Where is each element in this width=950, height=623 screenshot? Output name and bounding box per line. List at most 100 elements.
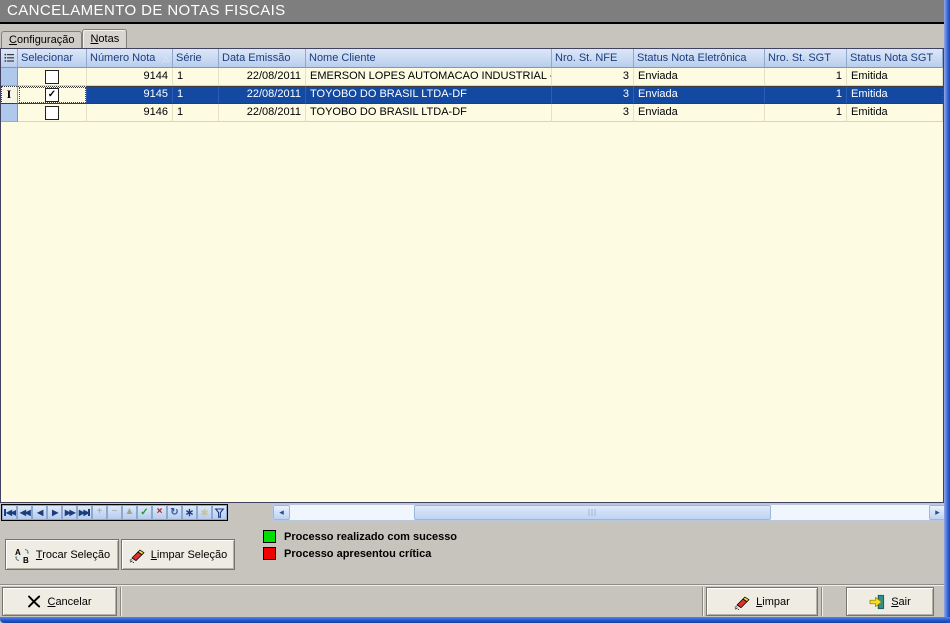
checkbox[interactable] (45, 70, 59, 84)
footer-divider (821, 587, 823, 616)
nav-cancel-button[interactable]: × (152, 505, 167, 520)
svg-text:B: B (23, 556, 29, 563)
table-row-selected[interactable]: I ✓ 9145 1 22/08/2011 TOYOBO DO BRASIL L… (1, 86, 943, 104)
horizontal-scrollbar[interactable]: ◂ ▸ (272, 504, 947, 521)
legend-error-label: Processo apresentou crítica (284, 548, 431, 560)
legend-success-label: Processo realizado com sucesso (284, 531, 457, 543)
column-header-numero-nota[interactable]: △ Número Nota (87, 49, 173, 68)
serie-cell: 1 (173, 86, 219, 104)
trocar-selecao-button[interactable]: A B Trocar Seleção (5, 539, 119, 570)
column-header-nro-st-sgt[interactable]: Nro. St. SGT (765, 49, 847, 68)
legend-success-swatch (263, 530, 276, 543)
db-navigator: ◀◀ ◀◀ ◀ ▶ ▶▶ ▶▶ + − ▲ ✓ × ↻ ∗ ∗ (1, 504, 228, 521)
nav-next-page-button[interactable]: ▶▶ (62, 505, 77, 520)
selecionar-cell[interactable]: ✓ (18, 86, 87, 104)
column-header-serie[interactable]: Série (173, 49, 219, 68)
status-legend: Processo realizado com sucesso Processo … (263, 529, 457, 563)
nav-prior-page-button[interactable]: ◀◀ (17, 505, 32, 520)
tab-strip: Configuração Notas (1, 29, 127, 48)
column-header-data-emissao[interactable]: Data Emissão (219, 49, 306, 68)
nro-st-sgt-cell: 1 (765, 68, 847, 86)
filter-funnel-icon (214, 508, 225, 518)
scrollbar-thumb[interactable] (414, 505, 771, 520)
footer-divider (702, 587, 704, 616)
nav-prior-button[interactable]: ◀ (32, 505, 47, 520)
legend-success-item: Processo realizado com sucesso (263, 529, 457, 544)
cancel-x-icon (27, 595, 41, 608)
row-indicator-current: I (1, 86, 18, 104)
window-border-bottom (0, 617, 950, 623)
column-header-nro-st-nfe[interactable]: Nro. St. NFE (552, 49, 634, 68)
limpar-selecao-button[interactable]: Limpar Seleção (121, 539, 235, 570)
data-emissao-cell: 22/08/2011 (219, 104, 306, 122)
eraser-icon (734, 594, 750, 610)
nro-st-nfe-cell: 3 (552, 86, 634, 104)
selecionar-cell[interactable] (18, 104, 87, 122)
selecionar-cell[interactable] (18, 68, 87, 86)
column-header-status-nota-eletronica[interactable]: Status Nota Eletrônica (634, 49, 765, 68)
row-list-icon (4, 53, 14, 63)
nro-st-sgt-cell: 1 (765, 104, 847, 122)
svg-text:A: A (15, 548, 21, 557)
column-header-selecionar[interactable]: Selecionar (18, 49, 87, 68)
nav-post-button[interactable]: ✓ (137, 505, 152, 520)
cancelar-button[interactable]: Cancelar (2, 587, 117, 616)
status-nota-sgt-cell: Emitida (847, 86, 943, 104)
grid-header-row: Selecionar △ Número Nota Série Data Emis… (1, 49, 943, 68)
grid-corner-cell (1, 49, 18, 68)
status-nota-sgt-cell: Emitida (847, 104, 943, 122)
legend-error-swatch (263, 547, 276, 560)
nome-cliente-cell: TOYOBO DO BRASIL LTDA-DF (306, 86, 552, 104)
nav-first-button[interactable]: ◀◀ (2, 505, 17, 520)
nav-insert-button: + (92, 505, 107, 520)
last-bar-icon (88, 509, 90, 516)
nome-cliente-cell: EMERSON LOPES AUTOMACAO INDUSTRIAL - ME (306, 68, 552, 86)
nav-goto-bookmark-button: ∗ (197, 505, 212, 520)
tab-configuracao[interactable]: Configuração (1, 31, 82, 48)
checkbox-checked[interactable]: ✓ (45, 88, 59, 102)
status-nota-sgt-cell: Emitida (847, 68, 943, 86)
footer-divider (120, 587, 122, 616)
legend-error-item: Processo apresentou crítica (263, 546, 457, 561)
column-header-nome-cliente[interactable]: Nome Cliente (306, 49, 552, 68)
numero-nota-cell: 9145 (87, 86, 173, 104)
scroll-left-arrow[interactable]: ◂ (273, 505, 290, 520)
serie-cell: 1 (173, 68, 219, 86)
tab-notas[interactable]: Notas (82, 29, 127, 48)
serie-cell: 1 (173, 104, 219, 122)
nro-st-nfe-cell: 3 (552, 104, 634, 122)
nro-st-sgt-cell: 1 (765, 86, 847, 104)
nro-st-nfe-cell: 3 (552, 68, 634, 86)
nav-next-button[interactable]: ▶ (47, 505, 62, 520)
window-border-right (944, 0, 950, 623)
table-row[interactable]: 9146 1 22/08/2011 TOYOBO DO BRASIL LTDA-… (1, 104, 943, 122)
numero-nota-cell: 9144 (87, 68, 173, 86)
status-nota-eletronica-cell: Enviada (634, 68, 765, 86)
sort-ascending-icon: △ (163, 50, 169, 68)
notas-grid: Selecionar △ Número Nota Série Data Emis… (0, 48, 944, 503)
status-nota-eletronica-cell: Enviada (634, 86, 765, 104)
eraser-icon (129, 547, 145, 563)
row-indicator (1, 68, 18, 86)
status-nota-eletronica-cell: Enviada (634, 104, 765, 122)
sair-button[interactable]: Sair (846, 587, 934, 616)
page-title: CANCELAMENTO DE NOTAS FISCAIS (0, 0, 944, 22)
limpar-button[interactable]: Limpar (706, 587, 818, 616)
nome-cliente-cell: TOYOBO DO BRASIL LTDA-DF (306, 104, 552, 122)
data-emissao-cell: 22/08/2011 (219, 86, 306, 104)
nav-filter-button[interactable] (212, 505, 227, 520)
checkbox[interactable] (45, 106, 59, 120)
swap-ab-icon: A B (14, 547, 30, 563)
nav-bookmark-button[interactable]: ∗ (182, 505, 197, 520)
row-indicator (1, 104, 18, 122)
table-row[interactable]: 9144 1 22/08/2011 EMERSON LOPES AUTOMACA… (1, 68, 943, 86)
nav-refresh-button[interactable]: ↻ (167, 505, 182, 520)
title-divider (0, 22, 944, 24)
numero-nota-cell: 9146 (87, 104, 173, 122)
column-header-status-nota-sgt[interactable]: Status Nota SGT (847, 49, 943, 68)
nav-last-button[interactable]: ▶▶ (77, 505, 92, 520)
nav-edit-button: ▲ (122, 505, 137, 520)
nav-delete-button: − (107, 505, 122, 520)
exit-door-icon (869, 594, 885, 610)
data-emissao-cell: 22/08/2011 (219, 68, 306, 86)
